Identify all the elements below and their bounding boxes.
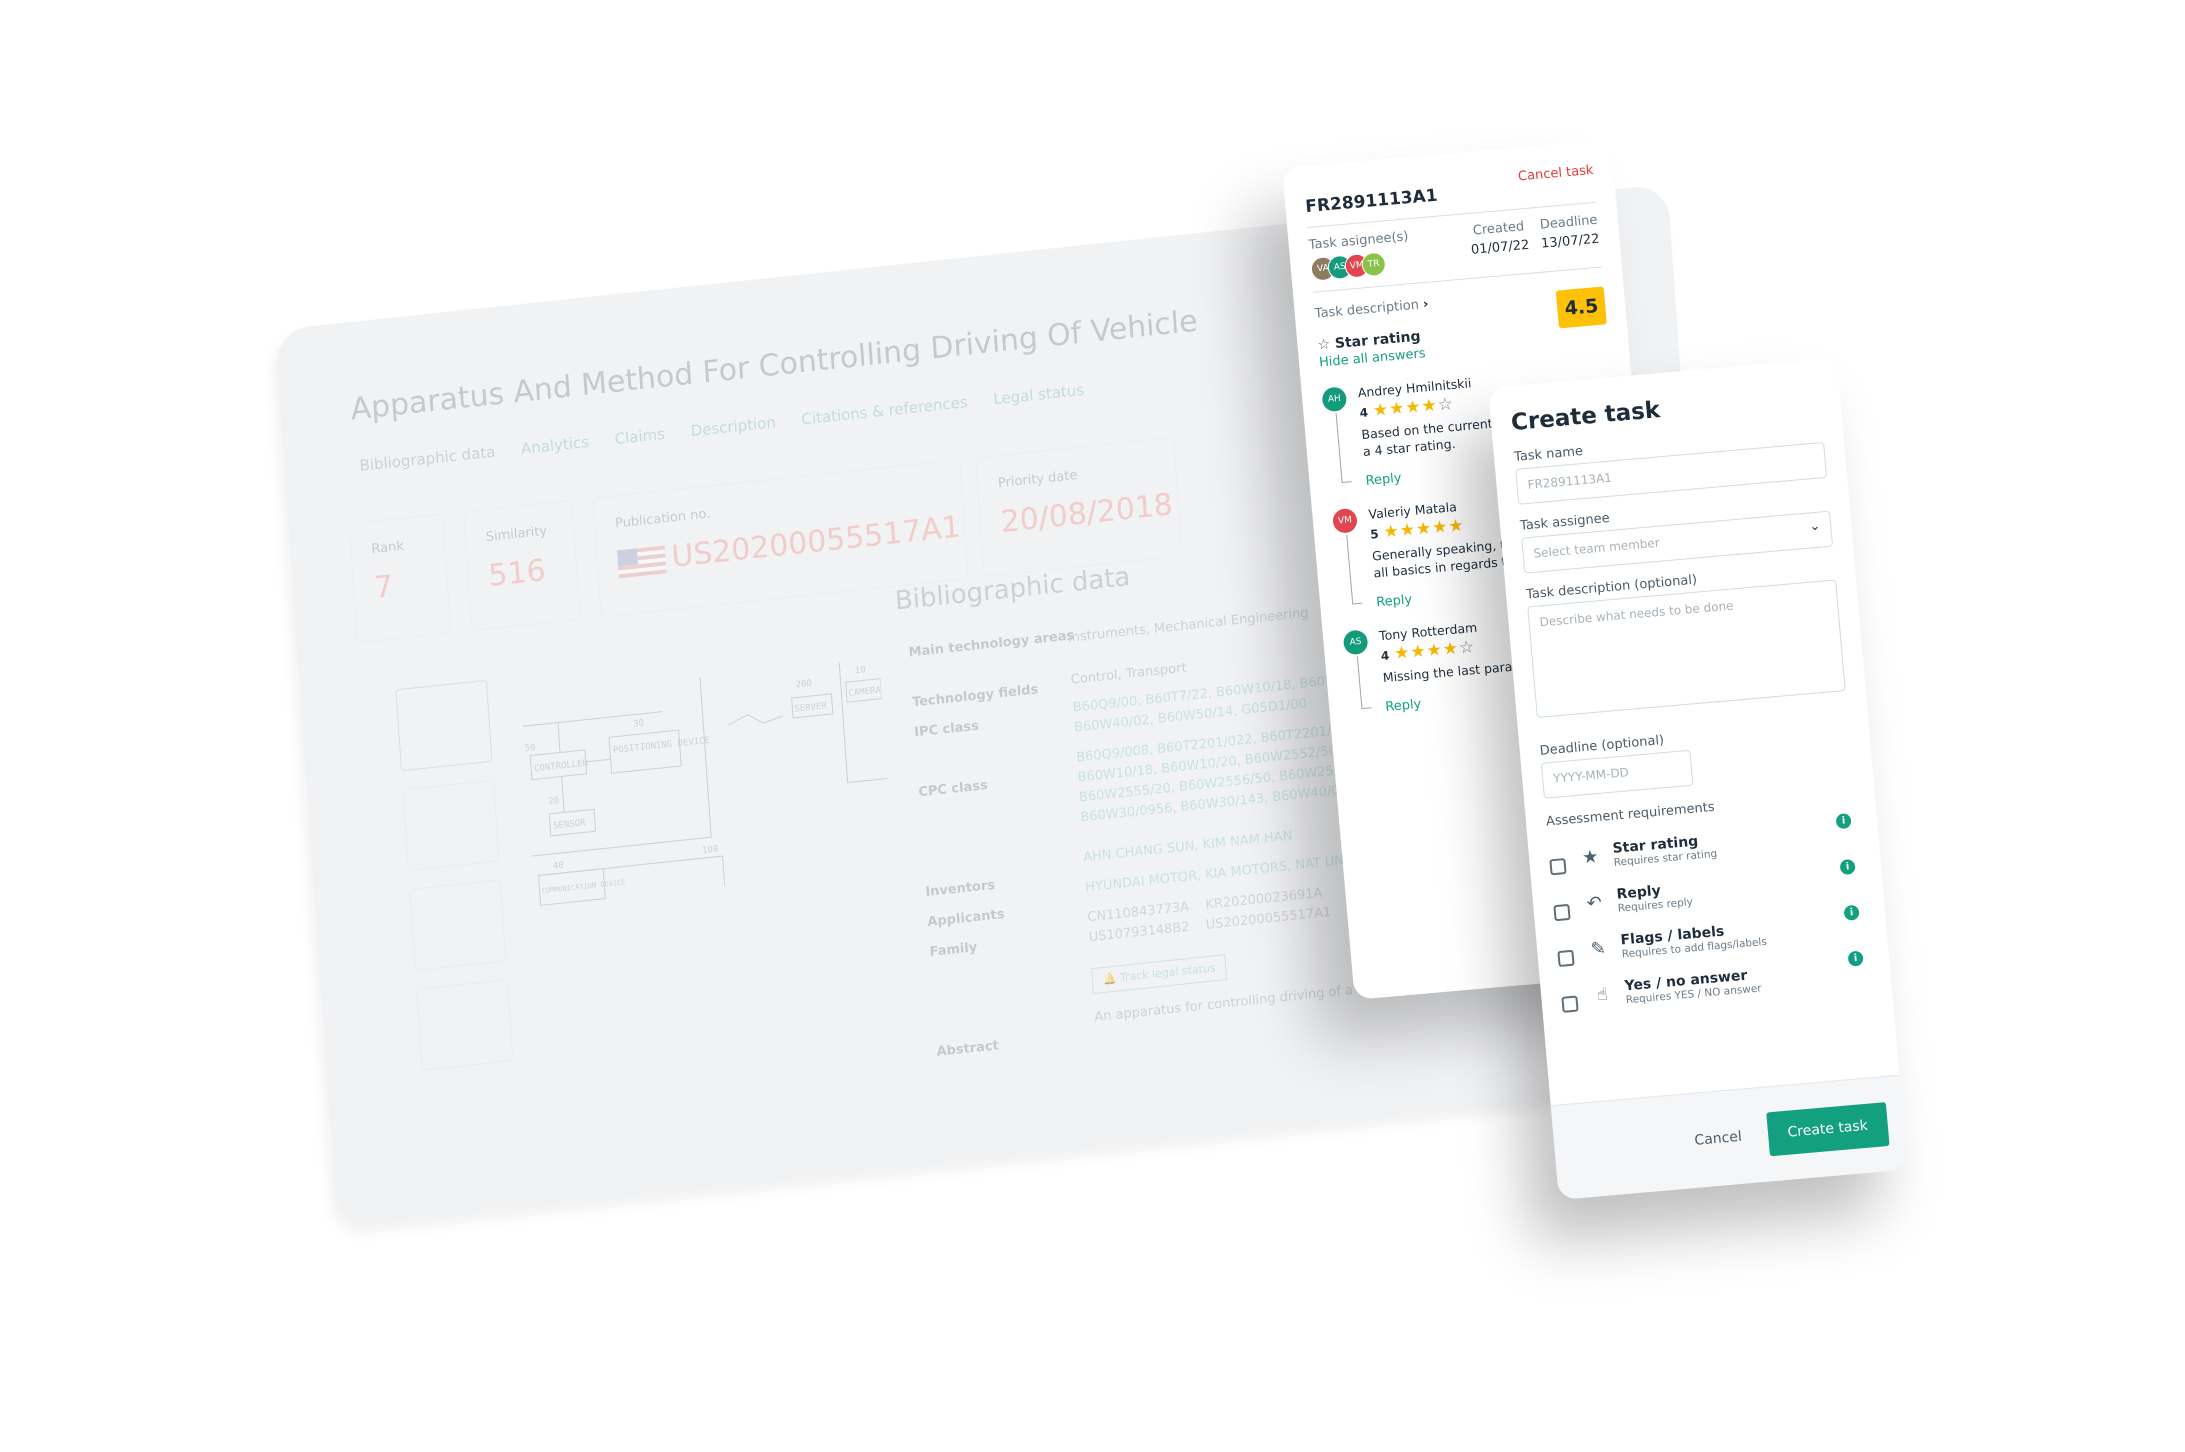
patent-drawing: CONTROLLER POSITIONING DEVICE SENSOR SER…: [523, 662, 888, 906]
tab-description[interactable]: Description: [690, 413, 776, 440]
chevron-down-icon: ⌄: [1808, 518, 1821, 535]
tab-bibliographic[interactable]: Bibliographic data: [359, 443, 496, 475]
field-value: Instruments, Mechanical Engineering: [1067, 605, 1310, 646]
diagram-ref: 10: [855, 665, 866, 676]
thread-line: [1346, 533, 1363, 605]
rank-label: Rank: [370, 538, 405, 558]
tab-claims[interactable]: Claims: [614, 425, 665, 448]
created-date: 01/07/22: [1470, 237, 1530, 258]
field-label: Abstract: [936, 1038, 1000, 1060]
rank-box: Rank 7: [348, 513, 452, 644]
us-flag-icon: [616, 544, 667, 578]
tab-citations[interactable]: Citations & references: [801, 393, 968, 428]
diagram-sensor: SENSOR: [553, 818, 587, 831]
requirement-option[interactable]: ☝ Yes / no answer Requires YES / NO answe…: [1560, 950, 1871, 1013]
reply-icon: ↶: [1585, 891, 1603, 914]
track-legal-status-button[interactable]: 🔔 Track legal status: [1091, 954, 1228, 995]
drawing-thumbnail[interactable]: [395, 679, 493, 772]
average-score-badge: 4.5: [1556, 286, 1607, 329]
star-icon: ☆: [1316, 336, 1331, 354]
diagram-camera: CAMERA: [848, 686, 882, 699]
drawing-thumbnail[interactable]: [409, 879, 507, 971]
dialog-footer: Cancel Create task: [1550, 1074, 1908, 1200]
diagram-ref: 100: [702, 845, 719, 857]
similarity-value: 516: [487, 553, 547, 594]
field-label: Technology fields: [911, 682, 1039, 711]
created-label: Created: [1472, 219, 1525, 239]
field-label: Inventors: [924, 877, 996, 901]
track-label: Track legal status: [1119, 961, 1217, 985]
avatar: VM: [1331, 507, 1358, 534]
diagram-ref: 200: [795, 679, 812, 691]
cancel-task-link[interactable]: Cancel task: [1517, 163, 1594, 185]
priority-box: Priority date 20/08/2018: [975, 436, 1183, 578]
patent-title: Apparatus And Method For Controlling Dri…: [349, 303, 1199, 428]
requirement-option[interactable]: ✎ Flags / labels Requires to add flags/la…: [1556, 904, 1867, 968]
deadline-label: Deadline (optional): [1539, 733, 1665, 759]
assignee-placeholder: Select team member: [1533, 535, 1661, 561]
field-label: Main technology areas: [908, 628, 1075, 661]
deadline-input[interactable]: YYYY-MM-DD: [1540, 749, 1694, 799]
tab-legal-status[interactable]: Legal status: [993, 381, 1085, 408]
requirement-checkbox[interactable]: [1561, 995, 1579, 1013]
requirements-list: ★ Star rating Requires star rating i ↶ Rep…: [1548, 813, 1871, 1013]
diagram-server: SERVER: [794, 701, 828, 714]
field-label: IPC class: [913, 718, 980, 741]
star-rating-icons: ★★★★★: [1382, 515, 1466, 543]
priority-value: 20/08/2018: [999, 487, 1174, 541]
info-icon[interactable]: i: [1843, 904, 1860, 921]
drawing-thumbnail[interactable]: [416, 979, 514, 1071]
rank-value: 7: [373, 569, 395, 607]
requirement-checkbox[interactable]: [1557, 949, 1575, 968]
create-task-button[interactable]: Create task: [1765, 1102, 1890, 1157]
field-label: Family: [929, 939, 978, 960]
chevron-right-icon: ›: [1422, 296, 1430, 313]
field-value: Control, Transport: [1070, 660, 1188, 688]
requirement-option[interactable]: ↶ Reply Requires reply i: [1552, 858, 1863, 922]
avatar: AH: [1321, 386, 1348, 413]
assignee-avatars[interactable]: VA AS VM TR: [1309, 248, 1412, 282]
star-rating-icons: ★★★★☆: [1372, 393, 1455, 421]
field-label: Applicants: [927, 906, 1005, 931]
avatar: AS: [1342, 629, 1369, 656]
deadline-date: 13/07/22: [1540, 231, 1601, 252]
requirement-checkbox[interactable]: [1553, 903, 1571, 922]
comment-rating: 4: [1359, 405, 1369, 421]
info-icon[interactable]: i: [1847, 950, 1864, 967]
task-description-label: Task description: [1314, 297, 1420, 322]
diagram-ref: 30: [633, 719, 644, 730]
diagram-positioning: POSITIONING DEVICE: [613, 736, 711, 756]
comment-rating: 5: [1369, 526, 1380, 542]
drawing-thumbnail[interactable]: [402, 779, 500, 872]
info-icon[interactable]: i: [1835, 813, 1852, 830]
requirement-option[interactable]: ★ Star rating Requires star rating i: [1548, 813, 1859, 876]
requirement-checkbox[interactable]: [1549, 858, 1567, 876]
diagram-controller: CONTROLLER: [534, 759, 589, 775]
star-rating-icons: ★★★★☆: [1393, 637, 1477, 665]
create-task-dialog: Create task Task name FR2891113A1 Task a…: [1488, 357, 1908, 1200]
thread-line: [1356, 655, 1372, 710]
field-label: CPC class: [917, 778, 989, 801]
task-description-textarea[interactable]: Describe what needs to be done: [1527, 579, 1846, 718]
diagram-communication: COMMUNICATION DEVICE: [541, 878, 625, 895]
thread-line: [1335, 412, 1352, 483]
comment-rating: 4: [1380, 648, 1390, 664]
cancel-button[interactable]: Cancel: [1694, 1129, 1743, 1149]
diagram-ref: 50: [524, 743, 535, 754]
similarity-box: Similarity 516: [463, 499, 581, 632]
info-icon[interactable]: i: [1839, 858, 1856, 876]
task-id: FR2891113A1: [1304, 185, 1439, 218]
hand-check-icon: ☝: [1595, 983, 1609, 1006]
deadline-label: Deadline: [1539, 212, 1599, 233]
tab-analytics[interactable]: Analytics: [520, 433, 589, 458]
diagram-ref: 20: [548, 796, 559, 807]
priority-label: Priority date: [997, 467, 1078, 492]
star-icon: ★: [1581, 845, 1600, 869]
similarity-label: Similarity: [485, 523, 548, 546]
diagram-ref: 40: [553, 861, 564, 872]
marker-icon: ✎: [1589, 937, 1607, 960]
